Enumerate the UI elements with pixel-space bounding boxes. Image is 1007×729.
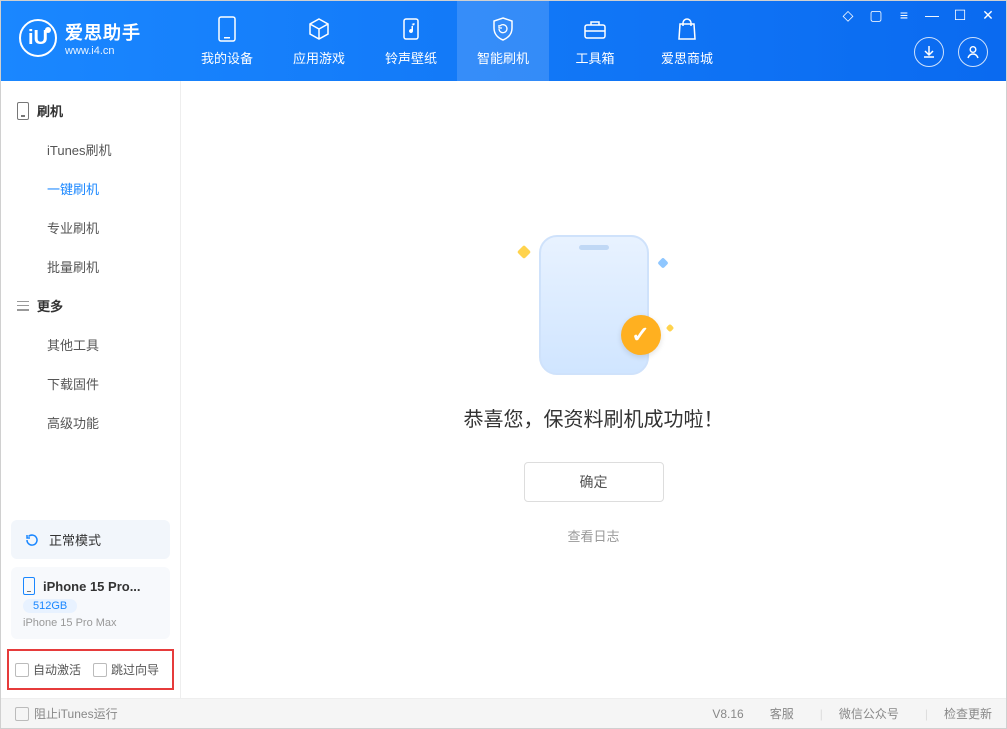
status-label: 正常模式 bbox=[49, 530, 101, 549]
tab-label: 智能刷机 bbox=[477, 48, 529, 67]
refresh-icon bbox=[23, 531, 41, 549]
checkbox-icon bbox=[93, 663, 107, 677]
cube-icon bbox=[306, 16, 332, 42]
checkbox-label: 阻止iTunes运行 bbox=[34, 705, 118, 722]
tab-label: 铃声壁纸 bbox=[385, 48, 437, 67]
music-icon bbox=[398, 16, 424, 42]
tab-smart-flash[interactable]: 智能刷机 bbox=[457, 1, 549, 81]
app-logo-block: iU 爱思助手 www.i4.cn bbox=[1, 1, 181, 57]
sidebar-section-label: 刷机 bbox=[37, 101, 63, 120]
menu-icon bbox=[17, 301, 29, 311]
main-content: ✓ 恭喜您，保资料刷机成功啦！ 确定 查看日志 bbox=[181, 81, 1006, 698]
storage-badge: 512GB bbox=[23, 599, 77, 613]
phone-icon bbox=[23, 577, 35, 595]
sidebar-item-other-tools[interactable]: 其他工具 bbox=[1, 325, 180, 364]
toolbox-icon bbox=[582, 16, 608, 42]
tab-label: 工具箱 bbox=[575, 48, 614, 67]
sidebar-item-batch-flash[interactable]: 批量刷机 bbox=[1, 247, 180, 286]
checkbox-block-itunes[interactable]: 阻止iTunes运行 bbox=[15, 705, 118, 722]
device-title: iPhone 15 Pro... bbox=[43, 579, 141, 594]
sidebar-item-itunes-flash[interactable]: iTunes刷机 bbox=[1, 130, 180, 169]
app-title: 爱思助手 bbox=[65, 19, 141, 45]
header-circle-buttons bbox=[914, 37, 988, 67]
footer: 阻止iTunes运行 V8.16 客服 | 微信公众号 | 检查更新 bbox=[1, 698, 1006, 728]
sparkle-icon bbox=[665, 323, 673, 331]
sidebar-item-onekey-flash[interactable]: 一键刷机 bbox=[1, 169, 180, 208]
wc-minimize-icon[interactable]: — bbox=[924, 7, 940, 23]
footer-link-support[interactable]: 客服 bbox=[770, 705, 794, 722]
wc-maximize-icon[interactable]: ☐ bbox=[952, 7, 968, 23]
sidebar-section-flash: 刷机 bbox=[1, 91, 180, 130]
device-status-card[interactable]: 正常模式 bbox=[11, 520, 170, 559]
tab-toolbox[interactable]: 工具箱 bbox=[549, 1, 641, 81]
view-log-link[interactable]: 查看日志 bbox=[567, 526, 619, 545]
bag-icon bbox=[674, 16, 700, 42]
titlebar: iU 爱思助手 www.i4.cn 我的设备 应用游戏 铃声壁纸 bbox=[1, 1, 1006, 81]
sidebar: 刷机 iTunes刷机 一键刷机 专业刷机 批量刷机 更多 其他工具 下载固件 … bbox=[1, 81, 181, 698]
checkbox-skip-guide[interactable]: 跳过向导 bbox=[93, 661, 159, 678]
tab-label: 应用游戏 bbox=[293, 48, 345, 67]
sidebar-section-more: 更多 bbox=[1, 286, 180, 325]
checkmark-badge-icon: ✓ bbox=[621, 315, 661, 355]
confirm-button[interactable]: 确定 bbox=[524, 462, 664, 502]
tab-label: 爱思商城 bbox=[661, 48, 713, 67]
tab-my-device[interactable]: 我的设备 bbox=[181, 1, 273, 81]
checkbox-label: 自动激活 bbox=[33, 661, 81, 678]
window-controls: ◇ ▢ ≡ — ☐ ✕ bbox=[840, 7, 996, 23]
highlighted-checkboxes: 自动激活 跳过向导 bbox=[7, 649, 174, 690]
version-label: V8.16 bbox=[712, 707, 743, 721]
checkbox-auto-activate[interactable]: 自动激活 bbox=[15, 661, 81, 678]
wc-theme-icon[interactable]: ◇ bbox=[840, 7, 856, 23]
sidebar-item-advanced[interactable]: 高级功能 bbox=[1, 403, 180, 442]
tab-label: 我的设备 bbox=[201, 48, 253, 67]
checkbox-icon bbox=[15, 707, 29, 721]
sparkle-icon bbox=[516, 244, 530, 258]
wc-close-icon[interactable]: ✕ bbox=[980, 7, 996, 23]
wc-menu-icon[interactable]: ≡ bbox=[896, 7, 912, 23]
success-message: 恭喜您，保资料刷机成功啦！ bbox=[464, 403, 724, 432]
tab-store[interactable]: 爱思商城 bbox=[641, 1, 733, 81]
account-button[interactable] bbox=[958, 37, 988, 67]
tab-ringtones[interactable]: 铃声壁纸 bbox=[365, 1, 457, 81]
sidebar-item-download-firmware[interactable]: 下载固件 bbox=[1, 364, 180, 403]
device-card[interactable]: iPhone 15 Pro... 512GB iPhone 15 Pro Max bbox=[11, 567, 170, 639]
checkbox-label: 跳过向导 bbox=[111, 661, 159, 678]
body: 刷机 iTunes刷机 一键刷机 专业刷机 批量刷机 更多 其他工具 下载固件 … bbox=[1, 81, 1006, 698]
checkbox-icon bbox=[15, 663, 29, 677]
wc-pin-icon[interactable]: ▢ bbox=[868, 7, 884, 23]
device-icon bbox=[214, 16, 240, 42]
tab-apps[interactable]: 应用游戏 bbox=[273, 1, 365, 81]
app-subtitle: www.i4.cn bbox=[65, 45, 141, 57]
download-button[interactable] bbox=[914, 37, 944, 67]
sidebar-section-label: 更多 bbox=[37, 296, 63, 315]
footer-link-wechat[interactable]: 微信公众号 bbox=[839, 705, 899, 722]
sparkle-icon bbox=[657, 257, 668, 268]
success-illustration: ✓ bbox=[539, 235, 649, 375]
footer-link-update[interactable]: 检查更新 bbox=[944, 705, 992, 722]
refresh-shield-icon bbox=[490, 16, 516, 42]
app-logo-icon: iU bbox=[19, 19, 57, 57]
device-subtitle: iPhone 15 Pro Max bbox=[23, 617, 158, 629]
phone-icon bbox=[17, 102, 29, 120]
sidebar-item-pro-flash[interactable]: 专业刷机 bbox=[1, 208, 180, 247]
